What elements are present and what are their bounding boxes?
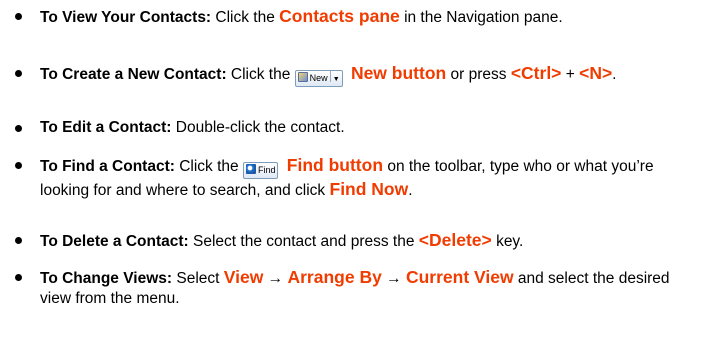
arrow-icon: →: [267, 270, 284, 287]
plus-sign: +: [565, 66, 575, 83]
new-button-image-label: New: [309, 73, 328, 83]
item-text: Click the: [215, 9, 275, 26]
list-item-find-contact: To Find a Contact: Click the Find Find b…: [10, 155, 700, 201]
arrow-icon: →: [386, 270, 402, 287]
item-text: Double-click the contact.: [175, 119, 345, 136]
item-text: Select the contact and press the: [193, 233, 415, 250]
find-button-image-label: Find: [257, 165, 276, 175]
item-text: Select: [176, 270, 220, 287]
item-heading: To Find a Contact:: [40, 158, 175, 175]
find-button-image: Find: [242, 162, 279, 179]
item-text: or press: [450, 66, 507, 83]
contacts-pane-label: Contacts pane: [279, 6, 400, 26]
item-text: Click the: [230, 66, 291, 83]
bullet-icon: [15, 274, 22, 281]
bullet-icon: [15, 162, 22, 169]
item-text: in the Navigation pane.: [404, 9, 563, 26]
list-item-view-contacts: To View Your Contacts: Click the Contact…: [10, 6, 700, 28]
dropdown-arrow-icon: ▼: [332, 76, 340, 83]
list-item-change-views: To Change Views: Select View → Arrange B…: [10, 267, 700, 309]
new-button-image: New ▼: [294, 70, 343, 87]
find-button-label: Find button: [286, 155, 384, 175]
new-contact-icon: [297, 72, 308, 82]
item-text: key.: [496, 233, 524, 250]
item-heading: To Delete a Contact:: [40, 233, 189, 250]
bullet-icon: [15, 70, 22, 77]
item-heading: To Edit a Contact:: [40, 119, 172, 136]
ctrl-key: <Ctrl>: [510, 63, 562, 83]
delete-key: <Delete>: [418, 230, 492, 250]
item-heading: To View Your Contacts:: [40, 9, 212, 26]
bullet-icon: [15, 237, 22, 244]
item-text: Click the: [179, 158, 239, 175]
find-now-label: Find Now: [329, 179, 409, 199]
list-item-delete-contact: To Delete a Contact: Select the contact …: [10, 230, 700, 252]
find-icon: [245, 164, 256, 174]
n-key: <N>: [579, 63, 613, 83]
item-heading: To Create a New Contact:: [40, 66, 227, 83]
arrange-by-menu-label: Arrange By: [287, 267, 382, 287]
list-item-create-contact: To Create a New Contact: Click the New ▼ …: [10, 63, 700, 87]
list-item-edit-contact: To Edit a Contact: Double-click the cont…: [10, 118, 700, 138]
instruction-list: To View Your Contacts: Click the Contact…: [0, 0, 707, 346]
item-heading: To Change Views:: [40, 270, 173, 287]
bullet-icon: [15, 125, 22, 132]
period: .: [612, 66, 617, 83]
current-view-menu-label: Current View: [405, 267, 514, 287]
view-menu-label: View: [223, 267, 264, 287]
new-button-label: New button: [350, 63, 447, 83]
bullet-icon: [15, 13, 22, 20]
period: .: [408, 182, 413, 199]
